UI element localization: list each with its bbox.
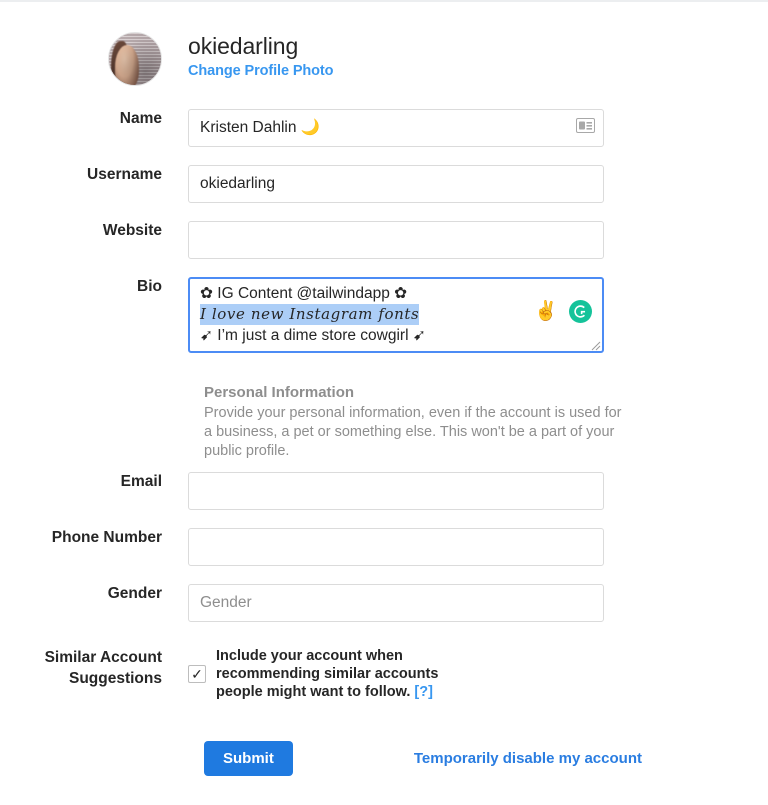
contact-card-icon[interactable] bbox=[576, 118, 595, 133]
label-name: Name bbox=[119, 110, 162, 127]
edit-profile-page: okiedarling Change Profile Photo Name Kr… bbox=[0, 0, 768, 805]
personal-information-title: Personal Information bbox=[204, 384, 355, 401]
field-gender: Gender bbox=[188, 584, 604, 622]
email-field[interactable] bbox=[188, 472, 604, 510]
row-similar-account-suggestions: Similar Account Suggestions ✓ Include yo… bbox=[0, 647, 768, 701]
name-input[interactable]: Kristen Dahlin 🌙 bbox=[188, 109, 604, 147]
field-phone-number bbox=[188, 528, 604, 566]
label-gender: Gender bbox=[107, 585, 162, 602]
website-input[interactable] bbox=[188, 221, 604, 259]
textarea-resize-handle[interactable] bbox=[589, 338, 601, 351]
row-name: Name Kristen Dahlin 🌙 bbox=[0, 109, 768, 147]
field-website bbox=[188, 221, 604, 259]
form-footer: Submit Temporarily disable my account bbox=[204, 741, 664, 776]
similar-accounts-checkbox[interactable]: ✓ bbox=[188, 665, 206, 683]
field-username: okiedarling bbox=[188, 165, 604, 203]
field-name: Kristen Dahlin 🌙 bbox=[188, 109, 604, 147]
temporarily-disable-account-link[interactable]: Temporarily disable my account bbox=[414, 750, 642, 767]
row-gender: Gender Gender bbox=[0, 584, 768, 622]
peace-hand-icon[interactable]: ✌ bbox=[534, 302, 558, 321]
bio-tools: ✌ bbox=[534, 300, 592, 323]
username-input[interactable]: okiedarling bbox=[188, 165, 604, 203]
label-username: Username bbox=[87, 166, 162, 183]
bio-textarea[interactable]: ✿ IG Content @tailwindapp ✿ I love new I… bbox=[188, 277, 604, 353]
grammarly-icon[interactable] bbox=[569, 300, 592, 323]
submit-button[interactable]: Submit bbox=[204, 741, 293, 776]
bio-line-3: ➹ I’m just a dime store cowgirl ➹ bbox=[200, 327, 426, 344]
row-phone: Phone Number bbox=[0, 528, 768, 566]
label-similar-line-2: Suggestions bbox=[68, 670, 162, 687]
field-bio: ✿ IG Content @tailwindapp ✿ I love new I… bbox=[188, 277, 604, 353]
page-title: okiedarling bbox=[188, 33, 299, 59]
label-similar-line-1: Similar Account bbox=[44, 649, 162, 666]
profile-avatar[interactable] bbox=[108, 32, 162, 86]
personal-information-block: Personal Information Provide your person… bbox=[204, 384, 624, 461]
bio-line-2-selected: I love new Instagram fonts bbox=[200, 304, 420, 325]
label-website: Website bbox=[102, 222, 162, 239]
header-text: okiedarling Change Profile Photo bbox=[188, 32, 334, 79]
row-username: Username okiedarling bbox=[0, 165, 768, 203]
row-bio: Bio ✿ IG Content @tailwindapp ✿ I love n… bbox=[0, 277, 768, 353]
help-link[interactable]: [?] bbox=[414, 684, 433, 700]
label-bio: Bio bbox=[137, 278, 162, 295]
similar-account-body: ✓ Include your account when recommending… bbox=[188, 647, 608, 701]
label-email: Email bbox=[120, 473, 162, 490]
label-phone-number: Phone Number bbox=[51, 529, 162, 546]
bio-line-1: ✿ IG Content @tailwindapp ✿ bbox=[200, 285, 408, 302]
profile-header: okiedarling Change Profile Photo bbox=[0, 32, 768, 86]
checkmark-icon: ✓ bbox=[191, 665, 203, 682]
field-email bbox=[188, 472, 604, 510]
bio-line-2-wrapper: I love new Instagram fonts bbox=[200, 304, 592, 325]
label-similar-account-suggestions: Similar Account Suggestions bbox=[0, 647, 188, 689]
similar-accounts-description: Include your account when recommending s… bbox=[216, 647, 478, 701]
similar-accounts-description-text: Include your account when recommending s… bbox=[216, 648, 439, 700]
change-profile-photo-link[interactable]: Change Profile Photo bbox=[188, 63, 334, 79]
row-website: Website bbox=[0, 221, 768, 259]
avatar-shading bbox=[109, 33, 161, 85]
avatar-cell bbox=[0, 32, 188, 86]
gender-field[interactable]: Gender bbox=[188, 584, 604, 622]
row-email: Email bbox=[0, 472, 768, 510]
personal-information-description: Provide your personal information, even … bbox=[204, 405, 622, 459]
phone-number-field[interactable] bbox=[188, 528, 604, 566]
